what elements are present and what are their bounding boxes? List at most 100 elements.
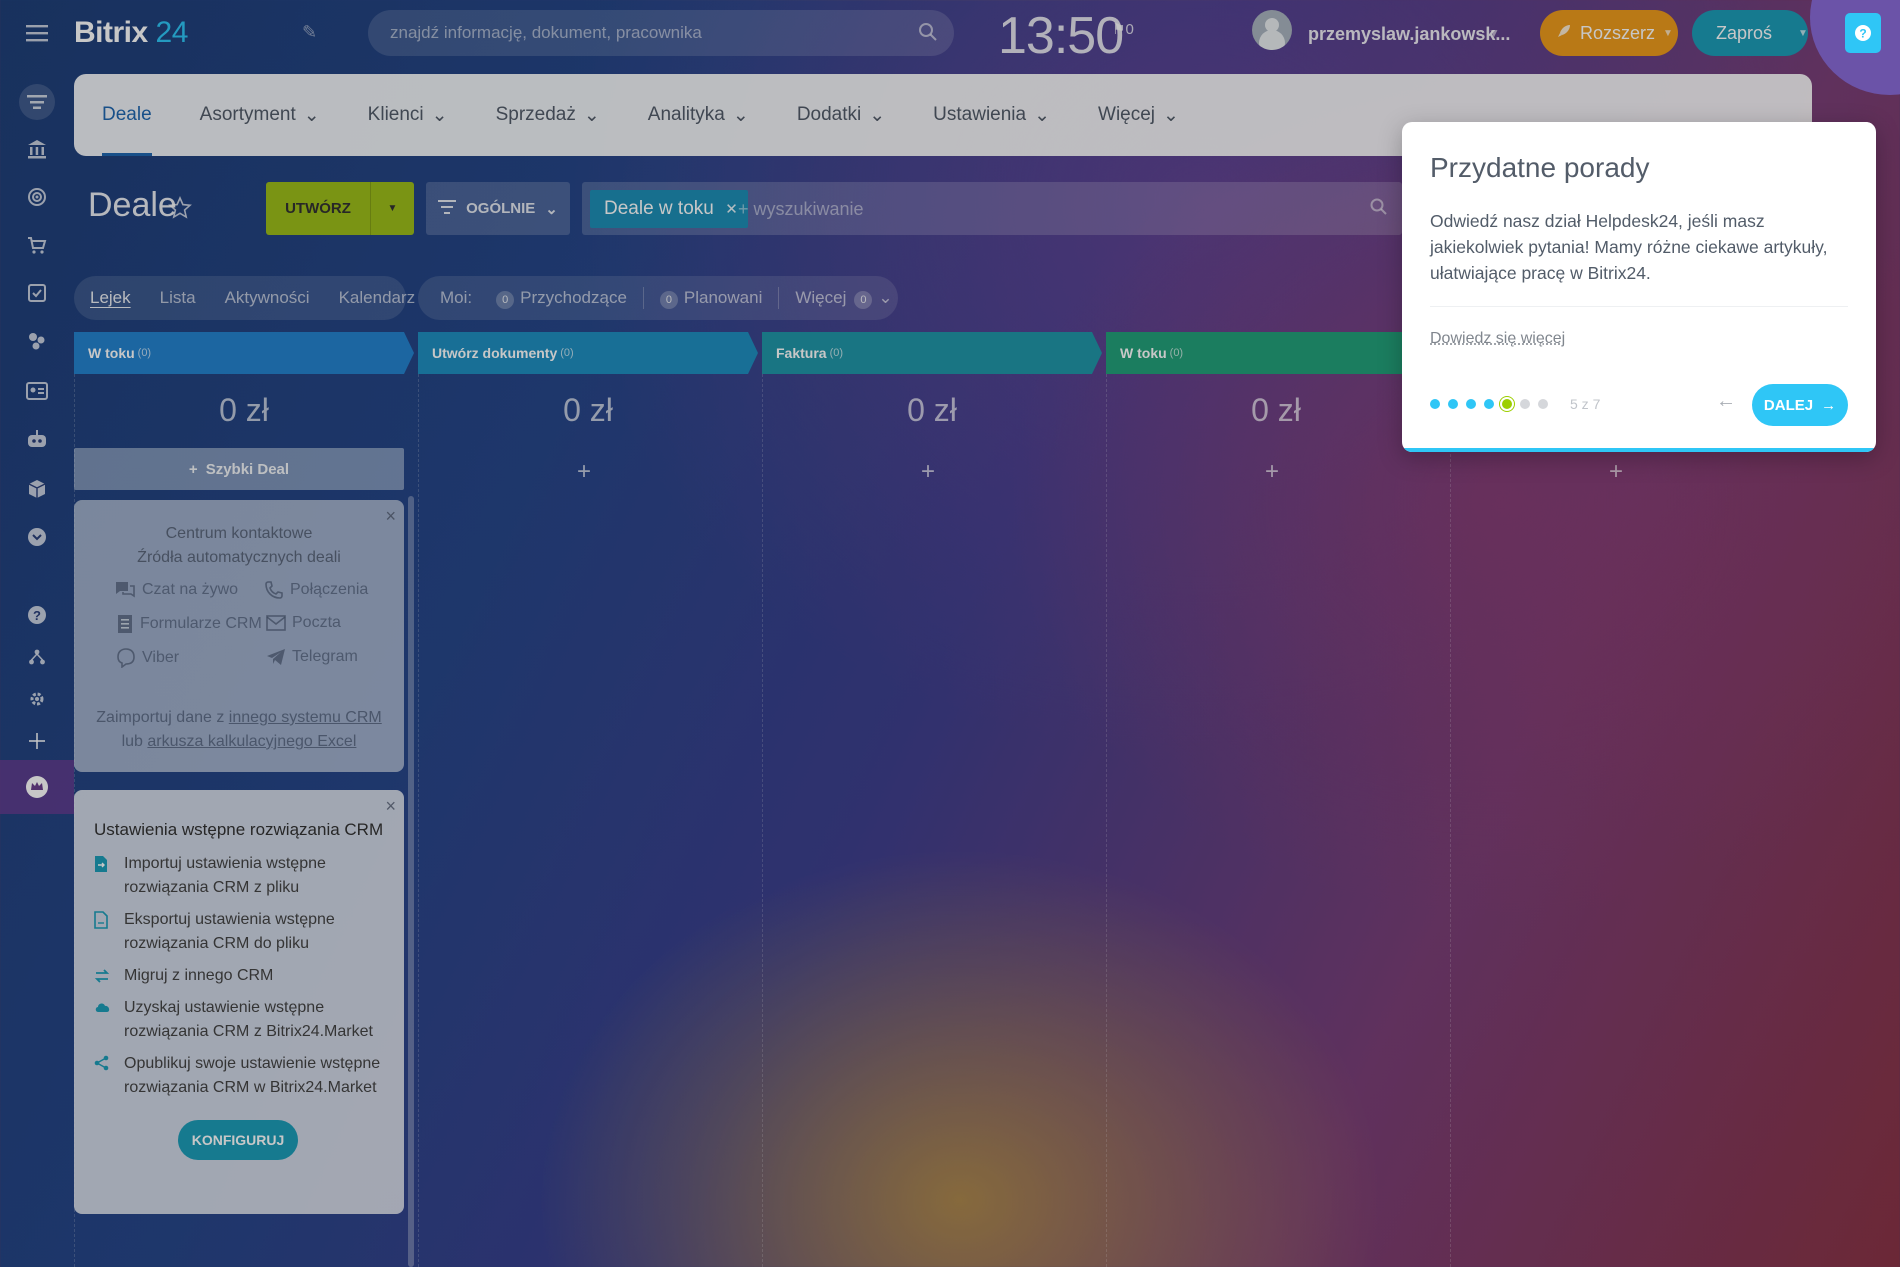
nav-tab-ustawienia[interactable]: Ustawienia ⌄ [933,74,1050,156]
menu-burger-icon[interactable] [22,18,52,48]
planned-count: 0 [659,290,678,309]
chevron-down-icon: ⌄ [1163,104,1179,126]
import-link-crm[interactable]: innego systemu CRM [229,709,382,726]
next-button[interactable]: DALEJ → [1752,384,1848,426]
filter-crm-icon[interactable] [19,84,55,120]
setup-item-label: Migruj z innego CRM [124,967,274,984]
filter-search-input[interactable] [738,190,1338,228]
plus-icon: + [188,460,198,478]
tips-title: Przydatne porady [1430,152,1650,183]
add-deal-plus-icon[interactable]: + [1450,458,1782,486]
left-rail: ? [0,0,74,1267]
nav-tab-analityka[interactable]: Analityka ⌄ [648,74,749,156]
group-icon[interactable] [22,326,52,356]
filter-chip[interactable]: Deale w toku ✕ [590,190,748,228]
chevron-down-icon[interactable]: ▼ [1488,26,1500,40]
step-dot[interactable] [1520,399,1530,409]
zapros-button[interactable]: Zaproś ▼ [1692,10,1808,56]
view-tab-aktywnosci[interactable]: Aktywności [225,288,310,308]
general-view-button[interactable]: OGÓLNIE ⌄ [426,182,570,235]
help-question-icon[interactable]: ? [1845,13,1881,53]
setup-item-import[interactable]: Importuj ustawienia wstępne rozwiązania … [94,852,394,900]
edit-pencil-icon[interactable]: ✎ [302,22,317,43]
add-deal-plus-icon[interactable]: + [418,458,750,486]
column-scrollbar[interactable] [408,496,414,1267]
step-dot[interactable] [1466,399,1476,409]
view-tab-lejek[interactable]: Lejek [90,288,131,308]
learn-more-link[interactable]: Dowiedz się więcej [1430,330,1565,348]
gear-icon[interactable] [22,684,52,714]
counter-more[interactable]: Więcej 0 ⌄ [795,288,893,309]
view-tab-kalendarz[interactable]: Kalendarz [339,288,416,308]
nav-tab-sprzedaz[interactable]: Sprzedaż ⌄ [496,74,600,156]
create-button[interactable]: UTWÓRZ ▼ [266,182,414,235]
cart-icon[interactable] [22,230,52,260]
contact-center-title: Centrum kontaktowe Źródła automatycznych… [74,522,404,570]
column-divider [418,374,419,1267]
counter-incoming[interactable]: 0 Przychodzące [496,288,627,309]
username[interactable]: przemyslaw.jankowsk... [1308,24,1510,45]
box-icon[interactable] [22,474,52,504]
counter-planned[interactable]: 0 Planowani [659,288,762,309]
nav-tab-klienci[interactable]: Klienci ⌄ [368,74,448,156]
chevron-down-icon: ⌄ [545,200,558,218]
arrow-left-icon[interactable]: ← [1716,390,1736,413]
step-dot[interactable] [1430,399,1440,409]
channel-telegram[interactable]: Telegram [266,648,358,666]
setup-item-export[interactable]: Eksportuj ustawienia wstępne rozwiązania… [94,908,394,956]
chevron-down-icon[interactable]: ▼ [371,203,414,214]
view-switcher: Lejek Lista Aktywności Kalendarz [74,276,415,320]
star-icon[interactable] [168,196,192,225]
rozszerz-button[interactable]: Rozszerz ▼ [1540,10,1678,56]
column-header-faktura[interactable]: Faktura (0) [762,332,1102,374]
flag-counter[interactable]: ⚑0 [1112,20,1134,38]
nav-tab-dodatki[interactable]: Dodatki ⌄ [797,74,885,156]
step-dot[interactable] [1538,399,1548,409]
global-search-input[interactable] [368,10,954,56]
close-icon[interactable]: × [385,796,396,817]
task-check-icon[interactable] [22,278,52,308]
channel-crm-forms[interactable]: Formularze CRM [116,614,262,634]
clock[interactable]: 13:50 [998,6,1124,66]
target-icon[interactable] [22,182,52,212]
help-circle-icon[interactable]: ? [22,600,52,630]
step-dot[interactable] [1484,399,1494,409]
plus-icon[interactable] [22,726,52,756]
step-dot[interactable] [1448,399,1458,409]
column-header-w-toku-2[interactable]: W toku (0) [1106,332,1446,374]
contact-card-icon[interactable] [22,376,52,406]
setup-item-market-publish[interactable]: Opublikuj swoje ustawienie wstępne rozwi… [94,1052,394,1100]
app-logo[interactable]: Bitrix 24 [74,16,188,50]
channel-live-chat[interactable]: Czat na żywo [114,580,238,600]
sitemap-icon[interactable] [22,642,52,672]
nav-tab-asortyment[interactable]: Asortyment ⌄ [200,74,320,156]
column-divider [1450,374,1451,1267]
quick-deal-button[interactable]: + Szybki Deal [74,448,404,490]
configure-button[interactable]: KONFIGURUJ [178,1120,298,1160]
robot-icon[interactable] [22,424,52,454]
search-icon[interactable] [918,22,938,47]
channel-calls[interactable]: Połączenia [264,580,368,600]
bank-icon[interactable] [22,134,52,164]
close-icon[interactable]: ✕ [725,200,738,218]
contact-center-title-2: Źródła automatycznych deali [137,549,341,566]
nav-tab-wiecej[interactable]: Więcej ⌄ [1098,74,1179,156]
column-header-utworz-dokumenty[interactable]: Utwórz dokumenty (0) [418,332,758,374]
nav-tab-label: Klienci [367,104,424,125]
setup-item-market-get[interactable]: Uzyskaj ustawienie wstępne rozwiązania C… [94,996,394,1044]
chevron-circle-icon[interactable] [22,522,52,552]
view-tab-lista[interactable]: Lista [160,288,196,308]
channel-viber[interactable]: Viber [116,648,179,668]
column-header-w-toku[interactable]: W toku (0) [74,332,414,374]
column-name: Utwórz dokumenty [432,345,558,361]
nav-tab-deale[interactable]: Deale [102,74,152,156]
setup-item-migrate[interactable]: Migruj z innego CRM [94,964,394,993]
add-deal-plus-icon[interactable]: + [762,458,1094,486]
search-icon[interactable] [1370,198,1388,221]
crown-icon[interactable] [22,772,52,802]
import-link-excel[interactable]: arkusza kalkulacyjnego Excel [147,733,356,750]
channel-mail[interactable]: Poczta [266,614,341,632]
avatar[interactable] [1252,10,1292,50]
step-dot-current[interactable] [1502,399,1512,409]
add-deal-plus-icon[interactable]: + [1106,458,1438,486]
